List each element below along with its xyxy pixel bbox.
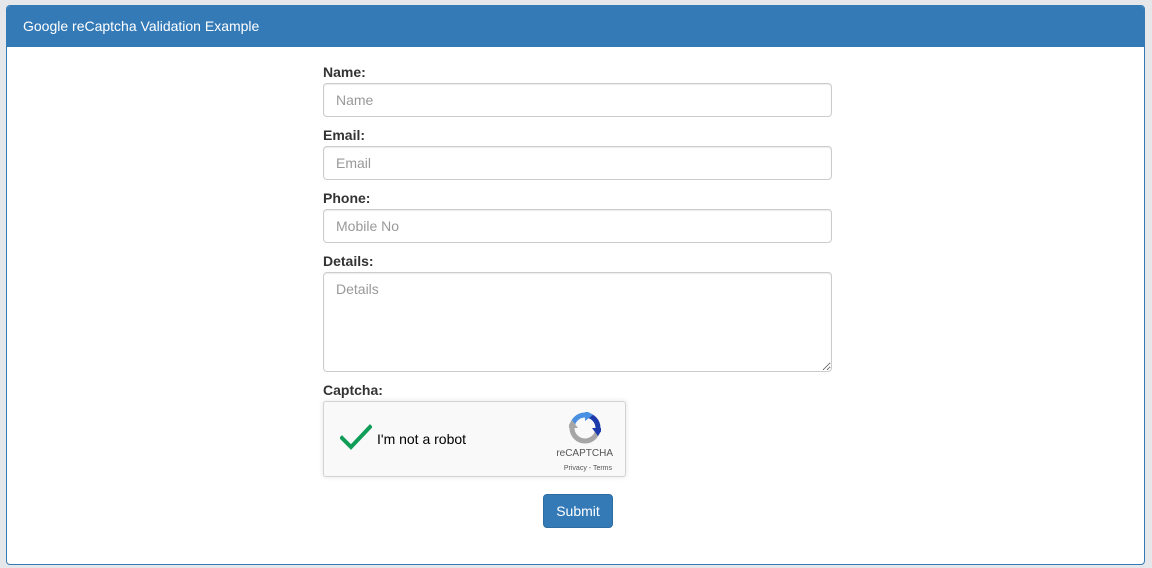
name-label: Name: <box>323 64 366 80</box>
email-field-group: Email: <box>323 127 833 180</box>
phone-input[interactable] <box>323 209 832 243</box>
terms-link[interactable]: Terms <box>593 465 612 472</box>
email-input[interactable] <box>323 146 832 180</box>
checkmark-icon[interactable] <box>340 424 372 452</box>
recaptcha-links: Privacy - Terms <box>564 464 612 473</box>
name-input[interactable] <box>323 83 832 117</box>
captcha-label: Captcha: <box>323 382 383 398</box>
details-label: Details: <box>323 253 374 269</box>
recaptcha-brand: reCAPTCHA <box>556 448 613 459</box>
email-label: Email: <box>323 127 366 143</box>
privacy-link[interactable]: Privacy <box>564 465 587 472</box>
captcha-checkbox-label[interactable]: I'm not a robot <box>377 430 466 448</box>
form-panel: Google reCaptcha Validation Example Name… <box>6 5 1145 565</box>
name-field-group: Name: <box>323 64 833 117</box>
panel-title: Google reCaptcha Validation Example <box>7 6 1144 47</box>
phone-label: Phone: <box>323 190 371 206</box>
captcha-field-group: Captcha: I'm not a robot reCAPTCHA Priva… <box>323 382 833 477</box>
submit-row: Submit <box>323 494 833 528</box>
contact-form: Name: Email: Phone: Details: Captcha: I'… <box>323 64 833 528</box>
phone-field-group: Phone: <box>323 190 833 243</box>
details-textarea[interactable] <box>323 272 832 372</box>
submit-button[interactable]: Submit <box>543 494 613 528</box>
recaptcha-widget: I'm not a robot reCAPTCHA Privacy - Term… <box>323 401 626 477</box>
details-field-group: Details: <box>323 253 833 372</box>
recaptcha-logo-icon <box>569 412 601 444</box>
